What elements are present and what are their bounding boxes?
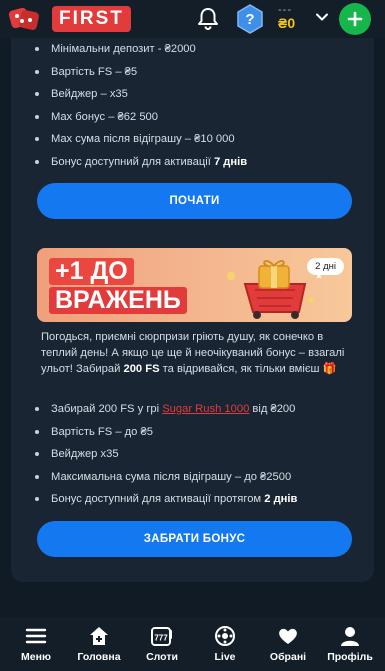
promo-description: Погодься, приємні сюрпризи гріють душу, … xyxy=(41,331,345,375)
list-item: Max сума після відіграшу – ₴10 000 xyxy=(35,132,247,155)
bonus-terms-list: Мінімальни депозит - ₴2000 Вартість FS –… xyxy=(35,42,247,177)
claim-bonus-button[interactable]: ЗАБРАТИ БОНУС xyxy=(37,521,352,557)
bottom-nav: Меню Головна 777 Слоти Live Обрані Профі… xyxy=(0,617,385,671)
nav-item-favorites[interactable]: Обрані xyxy=(258,625,318,663)
chevron-down-icon[interactable] xyxy=(315,10,329,24)
logo-dice-icon xyxy=(8,7,39,30)
nav-item-menu[interactable]: Меню xyxy=(6,625,66,663)
banner-title: +1 ДО ВРАЖЕНЬ xyxy=(49,258,187,314)
logo-text: FIRST xyxy=(52,6,131,32)
profile-icon xyxy=(341,627,359,646)
add-funds-button[interactable] xyxy=(339,3,371,35)
list-item: Вейджер x35 xyxy=(35,447,297,470)
nav-item-slots[interactable]: 777 Слоти xyxy=(132,625,192,663)
svg-text:777: 777 xyxy=(154,634,168,643)
list-item: Максимальна сума після відіграшу – до ₴2… xyxy=(35,470,297,493)
svg-text:?: ? xyxy=(245,11,254,28)
balance-amount: ₴0 xyxy=(278,15,296,31)
list-item: Мінімальни депозит - ₴2000 xyxy=(35,42,247,65)
list-item: Бонус доступний для активації протягом 2… xyxy=(35,492,297,515)
heart-icon xyxy=(279,628,297,644)
logo[interactable]: FIRST xyxy=(8,5,131,33)
nav-item-home[interactable]: Головна xyxy=(69,625,129,663)
bonus-card: Мінімальни депозит - ₴2000 Вартість FS –… xyxy=(11,38,374,582)
level-badge-icon[interactable]: ? xyxy=(236,4,264,34)
list-item: Вейджер – x35 xyxy=(35,87,247,110)
game-link[interactable]: Sugar Rush 1000 xyxy=(162,403,249,415)
list-item: Бонус доступний для активації 7 днів xyxy=(35,155,247,178)
plus-icon xyxy=(347,11,363,27)
start-button[interactable]: ПОЧАТИ xyxy=(37,183,352,219)
nav-item-profile[interactable]: Профіль xyxy=(320,625,380,663)
header: FIRST ? --- ₴0 xyxy=(0,0,385,38)
list-item: Вартість FS – до ₴5 xyxy=(35,425,297,448)
home-icon xyxy=(90,627,108,645)
menu-icon xyxy=(25,628,47,644)
bell-icon[interactable] xyxy=(195,6,221,32)
nav-item-live[interactable]: Live xyxy=(195,625,255,663)
slots-icon: 777 xyxy=(151,627,172,646)
list-item: Вартість FS – ₴5 xyxy=(35,65,247,88)
promo-banner[interactable]: +1 ДО ВРАЖЕНЬ 2 дні xyxy=(37,248,352,322)
live-icon xyxy=(215,626,235,646)
list-item: Max бонус – ₴62 500 xyxy=(35,110,247,133)
duration-badge: 2 дні xyxy=(307,258,344,275)
list-item: Забирай 200 FS у грі Sugar Rush 1000 від… xyxy=(35,402,297,425)
promo-terms-list: Забирай 200 FS у грі Sugar Rush 1000 від… xyxy=(35,402,297,515)
balance[interactable]: --- ₴0 xyxy=(278,4,318,31)
